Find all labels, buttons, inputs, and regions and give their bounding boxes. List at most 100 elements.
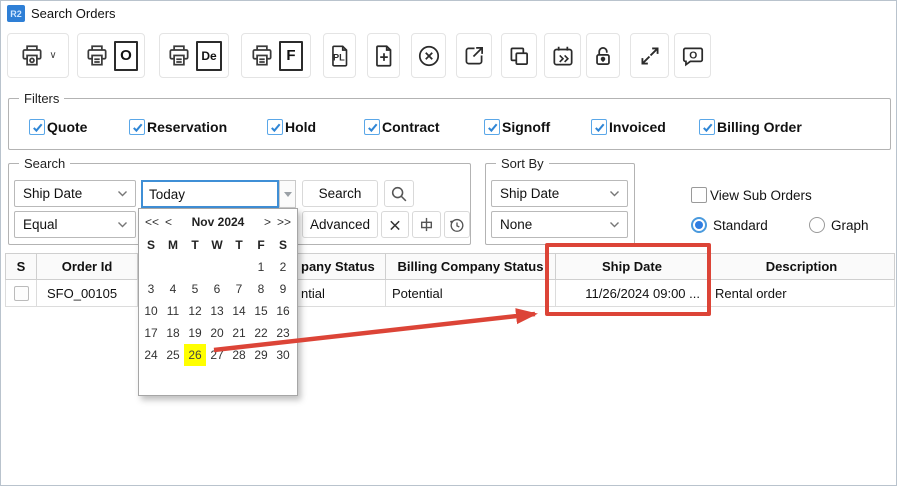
search-value-dropdown-button[interactable]	[279, 180, 296, 208]
filter-invoiced: Invoiced	[591, 119, 666, 135]
filter-hold: Hold	[267, 119, 316, 135]
prev-month-button[interactable]: <	[162, 215, 175, 229]
calendar-day[interactable]: 14	[228, 300, 250, 322]
billing-company-status-cell[interactable]: Potential	[386, 280, 556, 307]
quote-checkbox[interactable]	[29, 119, 45, 135]
calendar-day[interactable]: 22	[250, 322, 272, 344]
cancel-circle-icon	[416, 43, 442, 69]
column-header-description[interactable]: Description	[709, 253, 895, 280]
calendar-day-selected[interactable]: 26	[184, 344, 206, 366]
search-field-value: Ship Date	[23, 186, 82, 201]
search-operator-select[interactable]: Equal	[14, 211, 136, 238]
duplicate-order-button[interactable]	[501, 33, 537, 78]
graph-radio[interactable]	[809, 217, 825, 233]
calendar-day[interactable]: 15	[250, 300, 272, 322]
calendar-day[interactable]: 10	[140, 300, 162, 322]
column-header-order-id[interactable]: Order Id	[37, 253, 138, 280]
print-form-button[interactable]: F	[241, 33, 311, 78]
calendar-day[interactable]: 2	[272, 256, 294, 278]
view-sub-orders-checkbox[interactable]	[691, 187, 707, 203]
calendar-day[interactable]: 4	[162, 278, 184, 300]
advanced-button[interactable]: Advanced	[302, 211, 378, 238]
calendar-day[interactable]: 29	[250, 344, 272, 366]
print-order-button[interactable]: O	[77, 33, 145, 78]
calendar-day[interactable]: 9	[272, 278, 294, 300]
next-year-button[interactable]: >>	[274, 215, 294, 229]
calendar-day[interactable]: 12	[184, 300, 206, 322]
prev-year-button[interactable]: <<	[142, 215, 162, 229]
invoiced-checkbox[interactable]	[591, 119, 607, 135]
row-checkbox[interactable]	[14, 286, 29, 301]
calendar-day[interactable]: 13	[206, 300, 228, 322]
calendar-day[interactable]: 25	[162, 344, 184, 366]
calendar-day[interactable]	[228, 256, 250, 278]
calendar-day[interactable]: 1	[250, 256, 272, 278]
calendar-day[interactable]	[162, 256, 184, 278]
title-bar: R2 Search Orders	[1, 1, 896, 27]
magnifier-button[interactable]	[384, 180, 414, 207]
chevron-down-icon	[608, 187, 621, 200]
calendar-day[interactable]: 7	[228, 278, 250, 300]
calendar-day[interactable]: 24	[140, 344, 162, 366]
calendar-day[interactable]: 30	[272, 344, 294, 366]
hold-checkbox[interactable]	[267, 119, 283, 135]
history-button[interactable]	[444, 211, 470, 238]
pick-list-button[interactable]: PL	[323, 33, 356, 78]
calendar-day[interactable]: 11	[162, 300, 184, 322]
calendar-day[interactable]: 5	[184, 278, 206, 300]
cancel-order-button[interactable]	[411, 33, 446, 78]
contract-checkbox[interactable]	[364, 119, 380, 135]
next-month-button[interactable]: >	[261, 215, 274, 229]
column-header-billing-company-status[interactable]: Billing Company Status	[386, 253, 556, 280]
search-button[interactable]: Search	[302, 180, 378, 207]
flip-view-button[interactable]	[412, 211, 441, 238]
calendar-day[interactable]: 16	[272, 300, 294, 322]
new-document-icon	[371, 43, 397, 69]
reservation-checkbox[interactable]	[129, 119, 145, 135]
sort-primary-select[interactable]: Ship Date	[491, 180, 628, 207]
filter-signoff: Signoff	[484, 119, 550, 135]
filter-contract: Contract	[364, 119, 440, 135]
comment-button[interactable]: O	[674, 33, 711, 78]
calendar-day[interactable]: 19	[184, 322, 206, 344]
unlock-button[interactable]	[586, 33, 620, 78]
reschedule-button[interactable]	[544, 33, 581, 78]
column-header-s[interactable]: S	[5, 253, 37, 280]
calendar-day[interactable]: 8	[250, 278, 272, 300]
signoff-checkbox[interactable]	[484, 119, 500, 135]
search-field-select[interactable]: Ship Date	[14, 180, 136, 207]
calendar-day[interactable]: 6	[206, 278, 228, 300]
calendar-day[interactable]: 23	[272, 322, 294, 344]
clear-search-button[interactable]	[381, 211, 409, 238]
calendar-day[interactable]: 27	[206, 344, 228, 366]
sort-primary-value: Ship Date	[500, 186, 559, 201]
calendar-day[interactable]: 28	[228, 344, 250, 366]
standard-radio[interactable]	[691, 217, 707, 233]
calendar-day[interactable]: 17	[140, 322, 162, 344]
expand-button[interactable]	[630, 33, 669, 78]
calendar-day[interactable]: 18	[162, 322, 184, 344]
search-value-input[interactable]: Today	[141, 180, 279, 208]
hold-label: Hold	[285, 119, 316, 135]
graph-option: Graph	[809, 217, 869, 233]
calendar-day[interactable]: 3	[140, 278, 162, 300]
contract-label: Contract	[382, 119, 440, 135]
search-value-text: Today	[149, 187, 185, 202]
print-delivery-button[interactable]: De	[159, 33, 229, 78]
description-cell[interactable]: Rental order	[709, 280, 895, 307]
billing-order-checkbox[interactable]	[699, 119, 715, 135]
calendar-day[interactable]: 21	[228, 322, 250, 344]
calendar-day[interactable]: 20	[206, 322, 228, 344]
history-clock-icon	[447, 215, 467, 235]
order-id-cell[interactable]: SFO_00105	[37, 280, 138, 307]
check-icon	[701, 121, 714, 134]
dropdown-chevron-icon: ∨	[49, 50, 56, 61]
calendar-day[interactable]	[140, 256, 162, 278]
new-order-button[interactable]	[367, 33, 400, 78]
print-button[interactable]: ∨	[7, 33, 69, 78]
radio-dot	[695, 221, 703, 229]
calendar-day[interactable]	[206, 256, 228, 278]
calendar-day[interactable]	[184, 256, 206, 278]
open-order-button[interactable]	[456, 33, 492, 78]
sort-secondary-select[interactable]: None	[491, 211, 628, 238]
